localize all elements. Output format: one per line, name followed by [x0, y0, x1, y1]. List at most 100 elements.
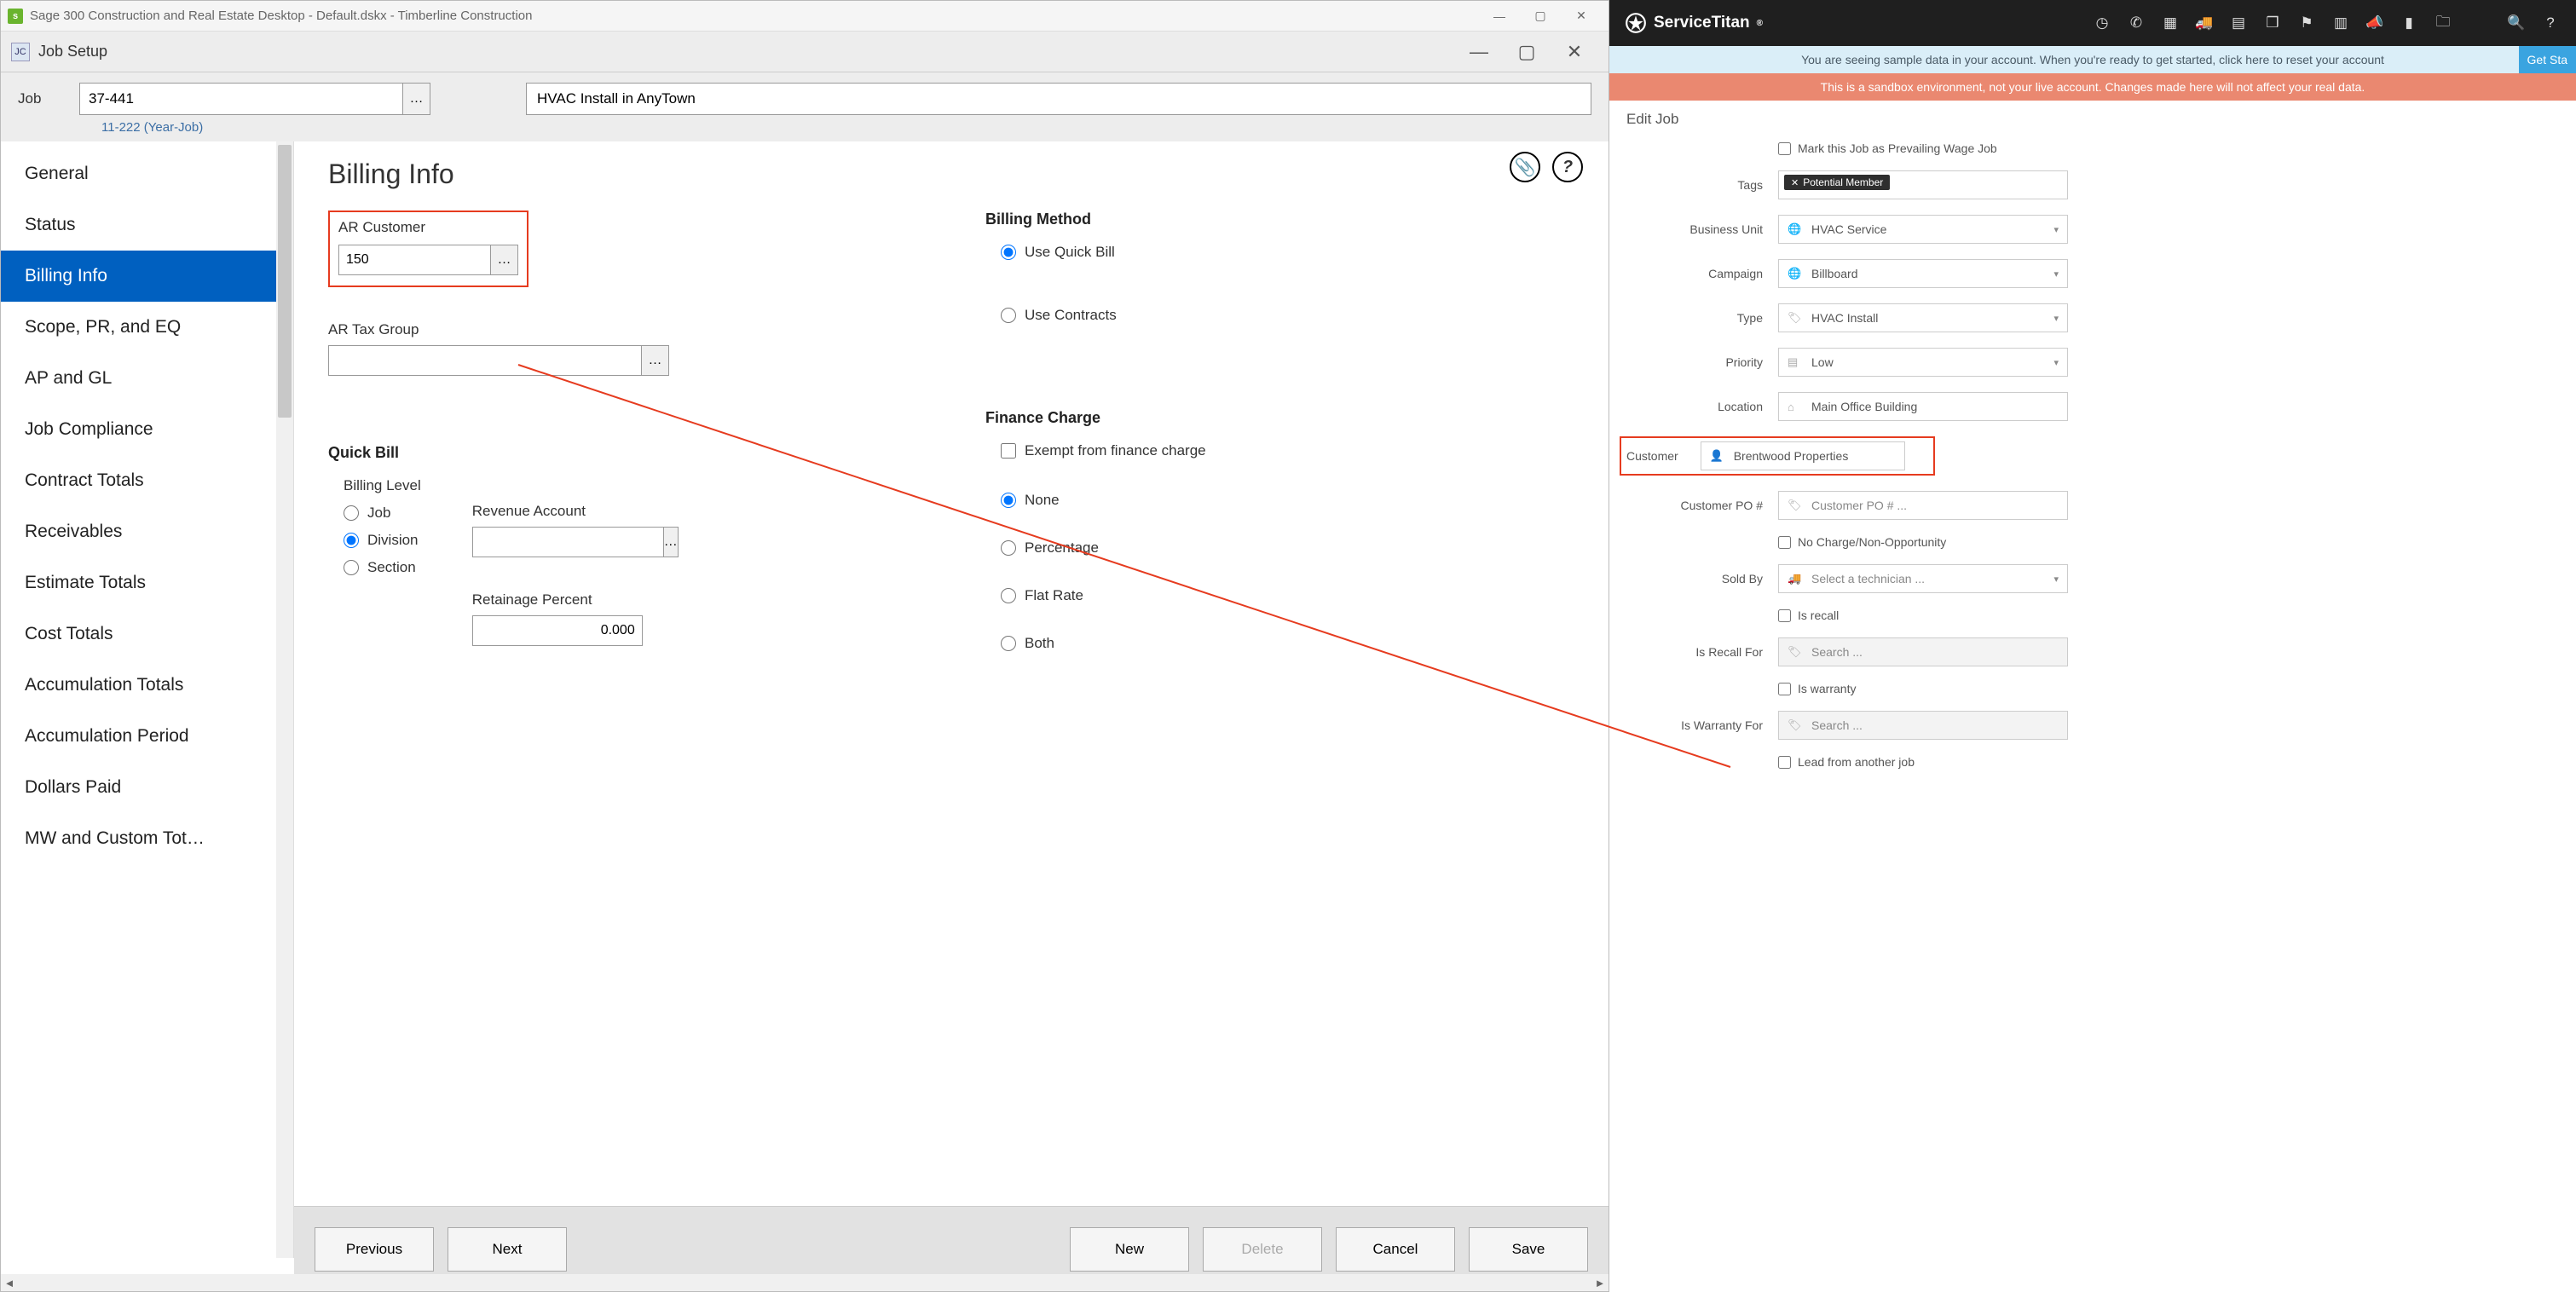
save-button[interactable]: Save: [1469, 1227, 1588, 1272]
job-description-input[interactable]: [526, 83, 1591, 115]
search-icon[interactable]: 🔍: [2506, 13, 2527, 33]
sage-icon: s: [8, 9, 23, 24]
warrantyfor-input[interactable]: 🏷Search ...: [1778, 711, 2068, 740]
nav-mw-custom-tot[interactable]: MW and Custom Tot…: [1, 813, 293, 864]
house-icon: ⌂: [1788, 401, 1803, 413]
nav-receivables[interactable]: Receivables: [1, 506, 293, 557]
st-help-icon[interactable]: ?: [2540, 13, 2561, 33]
new-button[interactable]: New: [1070, 1227, 1189, 1272]
caret-icon: ▾: [2053, 268, 2059, 280]
inner-close-icon[interactable]: ✕: [1551, 32, 1598, 72]
attachment-icon[interactable]: 📎: [1510, 152, 1540, 182]
priority-select[interactable]: ▤Low▾: [1778, 348, 2068, 377]
content-area: Billing Info 📎 ? AR Customer …: [294, 141, 1609, 1258]
box-icon[interactable]: ❒: [2262, 13, 2283, 33]
inner-maximize-icon[interactable]: ▢: [1503, 32, 1551, 72]
folder-icon[interactable]: 🗀: [2433, 13, 2453, 33]
sample-data-banner: You are seeing sample data in your accou…: [1609, 46, 2576, 73]
maximize-icon[interactable]: ▢: [1520, 2, 1561, 31]
type-select[interactable]: 🏷HVAC Install▾: [1778, 303, 2068, 332]
nav-accumulation-period[interactable]: Accumulation Period: [1, 711, 293, 762]
scroll-right-icon[interactable]: ►: [1591, 1274, 1609, 1291]
calendar-icon[interactable]: ▦: [2160, 13, 2180, 33]
iswarranty-checkbox[interactable]: Is warranty: [1778, 682, 2068, 695]
inner-minimize-icon[interactable]: —: [1455, 32, 1503, 72]
leadfrom-checkbox[interactable]: Lead from another job: [1778, 755, 2068, 769]
customer-input[interactable]: 👤Brentwood Properties: [1701, 441, 1905, 470]
nav-job-compliance[interactable]: Job Compliance: [1, 404, 293, 455]
nav-accumulation-totals[interactable]: Accumulation Totals: [1, 660, 293, 711]
nav-status[interactable]: Status: [1, 199, 293, 251]
billing-method-quickbill[interactable]: Use Quick Bill: [1001, 244, 1574, 261]
recallfor-input[interactable]: 🏷Search ...: [1778, 637, 2068, 666]
megaphone-icon[interactable]: 📣: [2365, 13, 2385, 33]
tag-potential-member[interactable]: ✕Potential Member: [1784, 175, 1890, 190]
location-input[interactable]: ⌂Main Office Building: [1778, 392, 2068, 421]
isrecall-checkbox[interactable]: Is recall: [1778, 609, 2068, 622]
person-icon: 👤: [1710, 449, 1725, 463]
phone-icon[interactable]: ✆: [2126, 13, 2146, 33]
previous-button[interactable]: Previous: [315, 1227, 434, 1272]
nav-estimate-totals[interactable]: Estimate Totals: [1, 557, 293, 609]
soldby-label: Sold By: [1626, 572, 1778, 585]
revenue-account-input[interactable]: [472, 527, 664, 557]
minimize-icon[interactable]: —: [1479, 2, 1520, 31]
sidebar-scrollbar[interactable]: [276, 141, 293, 1258]
ar-customer-input[interactable]: [338, 245, 491, 275]
help-icon[interactable]: ?: [1552, 152, 1583, 182]
finance-percentage[interactable]: Percentage: [1001, 539, 1574, 557]
get-started-button[interactable]: Get Sta: [2519, 46, 2576, 73]
nav-contract-totals[interactable]: Contract Totals: [1, 455, 293, 506]
nav-ap-gl[interactable]: AP and GL: [1, 353, 293, 404]
scroll-left-icon[interactable]: ◄: [1, 1274, 18, 1291]
nav-cost-totals[interactable]: Cost Totals: [1, 609, 293, 660]
clipboard-icon[interactable]: ▤: [2228, 13, 2249, 33]
exempt-checkbox[interactable]: Exempt from finance charge: [1001, 442, 1574, 459]
dashboard-icon[interactable]: ◷: [2092, 13, 2112, 33]
chart-icon[interactable]: ▥: [2331, 13, 2351, 33]
retainage-input[interactable]: [472, 615, 643, 646]
ar-tax-group-lookup-button[interactable]: …: [642, 345, 669, 376]
billing-level-section[interactable]: Section: [344, 559, 421, 576]
bookmark-icon[interactable]: ▮: [2399, 13, 2419, 33]
customer-po-input[interactable]: 🏷Customer PO # ...: [1778, 491, 2068, 520]
delete-button[interactable]: Delete: [1203, 1227, 1322, 1272]
tag-remove-icon[interactable]: ✕: [1791, 177, 1799, 188]
ar-tax-group-input[interactable]: [328, 345, 642, 376]
finance-flatrate[interactable]: Flat Rate: [1001, 587, 1574, 604]
finance-both[interactable]: Both: [1001, 635, 1574, 652]
next-button[interactable]: Next: [448, 1227, 567, 1272]
billing-method-label: Billing Method: [985, 211, 1574, 228]
prevailing-wage-checkbox[interactable]: Mark this Job as Prevailing Wage Job: [1778, 141, 2068, 155]
nav-billing-info[interactable]: Billing Info: [1, 251, 293, 302]
horizontal-scrollbar[interactable]: ◄ ►: [1, 1274, 1609, 1291]
flag-icon[interactable]: ⚑: [2296, 13, 2317, 33]
revenue-account-lookup-button[interactable]: …: [664, 527, 679, 557]
billing-level-label: Billing Level: [344, 477, 421, 494]
campaign-select[interactable]: 🌐Billboard▾: [1778, 259, 2068, 288]
tags-label: Tags: [1626, 178, 1778, 192]
edit-job-title: Edit Job: [1626, 111, 2559, 128]
job-lookup-button[interactable]: …: [403, 83, 430, 115]
finance-none[interactable]: None: [1001, 492, 1574, 509]
nocharge-checkbox[interactable]: No Charge/Non-Opportunity: [1778, 535, 2068, 549]
business-unit-select[interactable]: 🌐HVAC Service▾: [1778, 215, 2068, 244]
close-icon[interactable]: ✕: [1561, 2, 1602, 31]
billing-method-contracts[interactable]: Use Contracts: [1001, 307, 1574, 324]
job-number-input[interactable]: [79, 83, 403, 115]
priority-icon: ▤: [1788, 355, 1803, 369]
customer-label: Customer: [1626, 449, 1689, 463]
billing-level-job[interactable]: Job: [344, 505, 421, 522]
cancel-button[interactable]: Cancel: [1336, 1227, 1455, 1272]
nav-general[interactable]: General: [1, 148, 293, 199]
soldby-select[interactable]: 🚚Select a technician ...▾: [1778, 564, 2068, 593]
ar-customer-lookup-button[interactable]: …: [491, 245, 518, 275]
servicetitan-window: ServiceTitan® ◷ ✆ ▦ 🚚 ▤ ❒ ⚑ ▥ 📣 ▮ 🗀 🔍 ? …: [1609, 0, 2576, 1292]
billing-level-division[interactable]: Division: [344, 532, 421, 549]
nav-scope-pr-eq[interactable]: Scope, PR, and EQ: [1, 302, 293, 353]
tag-icon: 🏷: [1788, 645, 1803, 659]
sandbox-banner: This is a sandbox environment, not your …: [1609, 73, 2576, 101]
truck-icon[interactable]: 🚚: [2194, 13, 2215, 33]
nav-dollars-paid[interactable]: Dollars Paid: [1, 762, 293, 813]
tags-input[interactable]: ✕Potential Member: [1778, 170, 2068, 199]
